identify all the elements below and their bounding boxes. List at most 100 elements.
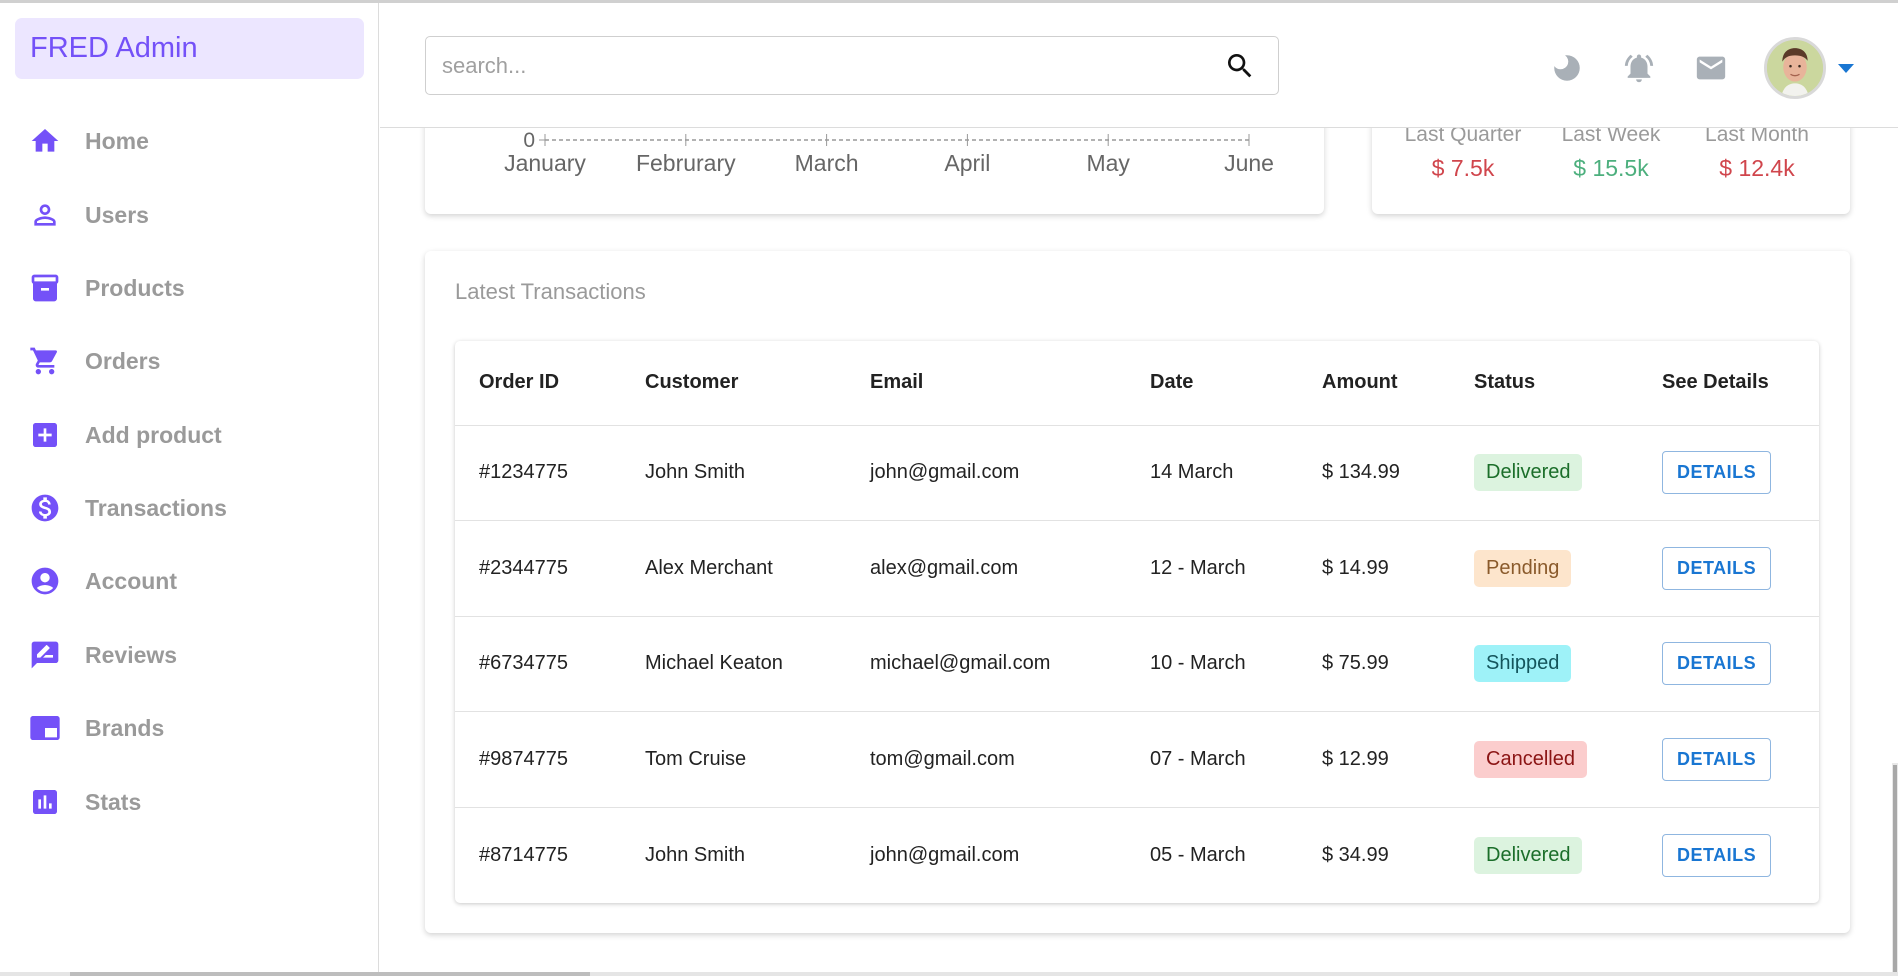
archive-box-icon xyxy=(28,272,61,305)
transactions-table: Order ID Customer Email Date Amount Stat… xyxy=(455,341,1819,903)
status-cell: Delivered xyxy=(1450,425,1638,521)
customer-cell: Alex Merchant xyxy=(621,520,846,617)
order-id-cell: #6734775 xyxy=(455,616,621,712)
details-button[interactable]: DETAILS xyxy=(1662,451,1772,495)
x-tick-label: April xyxy=(944,150,990,176)
stat-last-quarter: Last Quarter $ 7.5k xyxy=(1388,123,1538,182)
rate-review-icon xyxy=(28,639,61,672)
email-cell: john@gmail.com xyxy=(870,843,1020,866)
details-cell: DETAILS xyxy=(1638,711,1819,808)
scrollbar-thumb[interactable] xyxy=(70,972,590,976)
email-cell: michael@gmail.com xyxy=(846,616,1126,712)
top-header xyxy=(380,3,1898,128)
amount-cell: $ 12.99 xyxy=(1298,711,1450,808)
picture-in-picture-icon xyxy=(28,712,61,745)
sidebar-item-brands[interactable]: Brands xyxy=(0,703,379,753)
customer-cell: John Smith xyxy=(645,843,746,866)
app-logo[interactable]: FRED Admin xyxy=(15,18,364,79)
mail-icon[interactable] xyxy=(1692,49,1730,87)
column-header-amount: Amount xyxy=(1298,341,1450,426)
home-icon xyxy=(28,125,61,158)
table-row: #2344775 Alex Merchant alex@gmail.com 12… xyxy=(455,520,1819,617)
column-header-customer: Customer xyxy=(621,341,846,426)
y-tick-label: 0 xyxy=(523,129,535,152)
horizontal-scrollbar[interactable] xyxy=(0,972,1898,976)
date-cell: 10 - March xyxy=(1126,616,1298,712)
sidebar-item-add-product[interactable]: Add product xyxy=(0,410,379,460)
bar-chart-icon xyxy=(28,786,61,819)
email-cell: john@gmail.com xyxy=(846,425,1126,521)
person-icon xyxy=(28,199,61,232)
amount-cell: $ 34.99 xyxy=(1322,843,1389,866)
dark-mode-icon[interactable] xyxy=(1548,49,1586,87)
account-circle-icon xyxy=(28,565,61,598)
customer-cell: Tom Cruise xyxy=(621,711,846,808)
x-tick-label: May xyxy=(1086,150,1130,176)
sidebar-item-label: Account xyxy=(85,567,177,594)
header-actions xyxy=(1548,33,1898,103)
status-badge: Delivered xyxy=(1474,836,1583,874)
sidebar-item-stats[interactable]: Stats xyxy=(0,777,379,827)
email-cell: tom@gmail.com xyxy=(846,711,1126,808)
stat-value: $ 7.5k xyxy=(1431,155,1495,181)
sidebar-item-label: Brands xyxy=(85,714,165,741)
avatar[interactable] xyxy=(1764,37,1826,99)
transactions-table-container: Order ID Customer Email Date Amount Stat… xyxy=(455,341,1819,903)
date-cell: 14 March xyxy=(1126,425,1298,521)
sidebar-item-label: Products xyxy=(85,274,185,301)
date-cell: 05 - March xyxy=(1150,843,1246,866)
details-button[interactable]: DETAILS xyxy=(1662,833,1772,877)
sidebar-item-orders[interactable]: Orders xyxy=(0,336,379,386)
column-header-email: Email xyxy=(846,341,1126,426)
amount-cell: $ 75.99 xyxy=(1298,616,1450,712)
sidebar-item-transactions[interactable]: Transactions xyxy=(0,483,379,533)
column-header-order-id: Order ID xyxy=(455,341,621,426)
order-id-cell: #1234775 xyxy=(455,425,621,521)
avatar-image xyxy=(1767,40,1823,96)
scrollbar-thumb[interactable] xyxy=(1893,765,1897,975)
sidebar-item-reviews[interactable]: Reviews xyxy=(0,630,379,680)
x-tick-label: Februrary xyxy=(636,150,736,176)
stat-last-week: Last Week $ 15.5k xyxy=(1536,123,1686,182)
status-cell: Shipped xyxy=(1450,616,1638,712)
sidebar: FRED Admin Home Users Products Orders Ad… xyxy=(0,3,379,976)
notifications-icon[interactable] xyxy=(1620,49,1658,87)
stat-last-month: Last Month $ 12.4k xyxy=(1682,123,1832,182)
sidebar-item-label: Transactions xyxy=(85,494,227,521)
stat-value: $ 15.5k xyxy=(1573,155,1649,181)
search-input[interactable] xyxy=(442,52,1224,79)
details-cell: DETAILS xyxy=(1638,520,1819,617)
section-title: Latest Transactions xyxy=(455,279,646,304)
search-icon[interactable] xyxy=(1224,50,1256,82)
sidebar-item-products[interactable]: Products xyxy=(0,263,379,313)
status-badge: Shipped xyxy=(1474,645,1572,683)
details-button[interactable]: DETAILS xyxy=(1662,642,1772,686)
x-tick-label: January xyxy=(504,150,586,176)
dollar-circle-icon xyxy=(28,492,61,525)
order-id-cell: #8714775 xyxy=(479,843,568,866)
details-button[interactable]: DETAILS xyxy=(1662,737,1772,781)
details-button[interactable]: DETAILS xyxy=(1662,546,1772,590)
vertical-scrollbar[interactable] xyxy=(1892,763,1898,976)
sidebar-item-account[interactable]: Account xyxy=(0,556,379,606)
customer-cell: Michael Keaton xyxy=(621,616,846,712)
sidebar-item-users[interactable]: Users xyxy=(0,190,379,240)
sidebar-item-label: Home xyxy=(85,127,149,154)
amount-cell: $ 14.99 xyxy=(1298,520,1450,617)
sidebar-item-home[interactable]: Home xyxy=(0,116,379,166)
column-header-status: Status xyxy=(1450,341,1638,426)
details-cell: DETAILS xyxy=(1638,616,1819,712)
date-cell: 12 - March xyxy=(1126,520,1298,617)
status-cell: Cancelled xyxy=(1450,711,1638,808)
chevron-down-icon[interactable] xyxy=(1838,63,1854,73)
amount-cell: $ 134.99 xyxy=(1298,425,1450,521)
date-cell: 07 - March xyxy=(1126,711,1298,808)
sidebar-item-label: Add product xyxy=(85,421,222,448)
customer-cell: John Smith xyxy=(621,425,846,521)
stat-value: $ 12.4k xyxy=(1719,155,1795,181)
status-badge: Delivered xyxy=(1474,454,1583,492)
x-tick-label: June xyxy=(1224,150,1274,176)
details-cell: DETAILS xyxy=(1638,807,1819,903)
status-badge: Cancelled xyxy=(1474,740,1587,778)
latest-transactions-card: Latest Transactions Order ID Customer Em… xyxy=(425,251,1850,933)
